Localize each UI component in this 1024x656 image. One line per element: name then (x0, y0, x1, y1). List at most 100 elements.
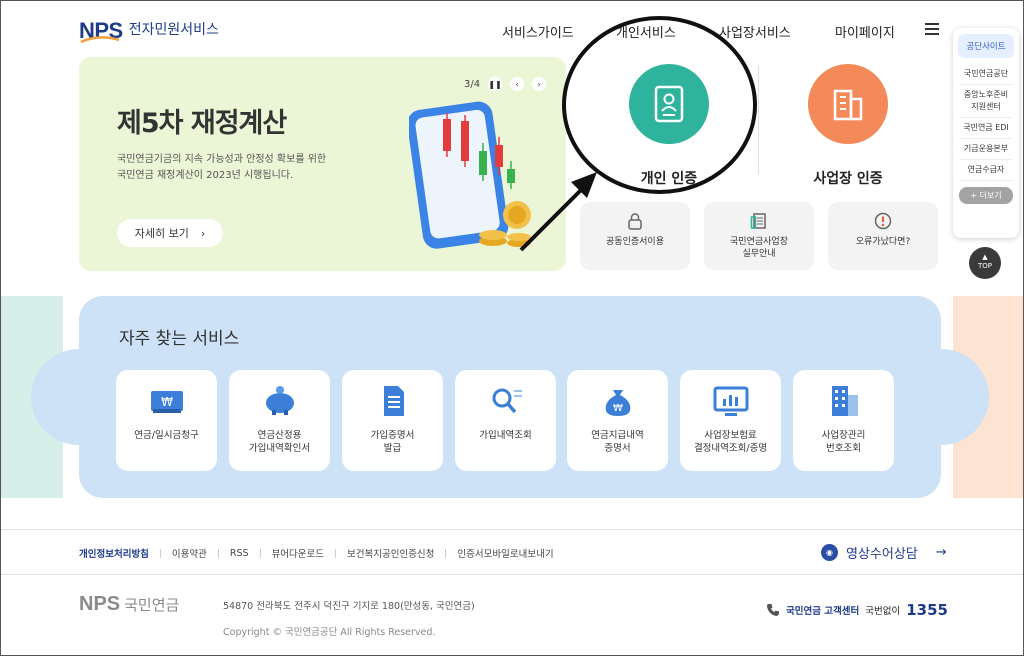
service-payment-certificate[interactable]: ₩ 연금지급내역 증명서 (567, 370, 668, 471)
more-button[interactable]: 자세히 보기 › (117, 219, 223, 247)
logo-swoosh-icon (80, 36, 120, 44)
business-guide-label1: 국민연금사업장 (730, 237, 788, 247)
chevron-right-icon: › (200, 226, 206, 240)
service-label: 가입증명서 (370, 430, 415, 441)
service-label: 가입내역조회 (479, 430, 532, 441)
top-label: TOP (977, 262, 992, 270)
footer-link-cert-apply[interactable]: 보건복지공인인증신청 (347, 546, 434, 560)
footer-divider (1, 529, 1023, 530)
prev-icon[interactable]: ‹ (510, 77, 525, 91)
arrow-right-icon: → (935, 545, 947, 560)
video-chat-icon: ◉ (821, 544, 838, 561)
footer-link-cert-export[interactable]: 인증서모바일로내보내기 (457, 546, 553, 560)
site-title: 전자민원서비스 (128, 22, 219, 38)
hero-banner[interactable]: 3/4 ❚❚ ‹ › 제5차 재정계산 국민연금기금의 지속 가능성과 안정성 … (79, 57, 566, 271)
footer-link-privacy[interactable]: 개인정보처리방침 (79, 546, 149, 560)
banner-page-indicator: 3/4 (464, 78, 481, 90)
footer-address: 54870 전라북도 전주시 덕진구 기지로 180(만성동, 국민연금) (223, 601, 475, 612)
footer-copyright: Copyright © 국민연금공단 All Rights Reserved. (223, 627, 436, 638)
service-business-number[interactable]: 사업장관리 번호조회 (793, 370, 894, 471)
cert-use-label: 공동인증서이용 (606, 237, 664, 247)
sidebar-item-fund[interactable]: 기금운용본부 (959, 139, 1013, 160)
frequent-services-title: 자주 찾는 서비스 (119, 329, 240, 349)
piggy-bank-icon (265, 386, 294, 415)
hero-desc-line2: 국민연금 재정계산이 2023년 시행됩니다. (117, 170, 294, 181)
lock-icon (628, 213, 642, 230)
footer-logo-text: 국민연금 (124, 597, 180, 614)
sidebar-head[interactable]: 공단사이트 (958, 34, 1014, 58)
sidebar-item-edi[interactable]: 국민연금 EDI (959, 118, 1013, 139)
service-business-premium[interactable]: 사업장보험료 결정내역조회/증명 (680, 370, 781, 471)
service-label: 연금산정용 (257, 430, 302, 441)
footer-link-viewer[interactable]: 뷰어다운로드 (272, 546, 324, 560)
service-label: 사업장관리 (821, 430, 866, 441)
sidebar-more-button[interactable]: + 더보기 (959, 187, 1013, 204)
banner-pager: 3/4 ❚❚ ‹ › (464, 77, 547, 91)
sidebar-item-recipient[interactable]: 연금수급자 (959, 160, 1013, 181)
service-label-2: 증명서 (604, 443, 631, 454)
site-logo[interactable]: NPS 전자민원서비스 (79, 18, 219, 44)
service-label-2: 번호조회 (826, 443, 861, 454)
pause-icon[interactable]: ❚❚ (488, 77, 503, 91)
site-quicklinks: 공단사이트 국민연금공단 중앙노후준비 지원센터 국민연금 EDI 기금운용본부… (953, 28, 1019, 238)
footer-links: 개인정보처리방침 이용약관 RSS 뷰어다운로드 보건복지공인인증신청 인증서모… (79, 546, 554, 561)
scroll-top-button[interactable]: ▲ TOP (969, 247, 1001, 279)
call-number[interactable]: 1355 (906, 601, 948, 619)
error-help-label: 오류가났다면? (855, 237, 911, 247)
svg-text:₩: ₩ (161, 395, 173, 409)
sidebar-item-retirement-center[interactable]: 중앙노후준비 지원센터 (959, 85, 1013, 118)
sidebar-item-nps[interactable]: 국민연금공단 (959, 64, 1013, 85)
next-icon[interactable]: › (532, 77, 547, 91)
consult-label: 영상수어상담 (846, 547, 918, 562)
footer-link-terms[interactable]: 이용약관 (172, 546, 207, 560)
search-list-icon (492, 388, 522, 414)
arrow-up-icon: ▲ (982, 253, 988, 261)
service-pension-claim[interactable]: ₩ 연금/일시금청구 (116, 370, 217, 471)
nav-service-guide[interactable]: 서비스가이드 (502, 22, 574, 41)
sidebar-item-label2: 지원센터 (971, 102, 1001, 111)
business-guide-card[interactable]: 국민연금사업장 실무안내 (704, 202, 814, 270)
service-enrollment-history[interactable]: 가입내역조회 (455, 370, 556, 471)
won-card-icon: ₩ (150, 391, 183, 413)
service-label-2: 가입내역확인서 (248, 443, 311, 454)
service-label-2: 발급 (383, 443, 402, 454)
document-list-icon (750, 213, 766, 229)
service-enrollment-confirm[interactable]: 연금산정용 가입내역확인서 (229, 370, 330, 471)
page-frame: NPS 전자민원서비스 서비스가이드 개인서비스 사업장서비스 마이페이지 3/… (0, 0, 1024, 656)
money-bag-icon: ₩ (605, 390, 630, 416)
footer-link-rss[interactable]: RSS (230, 548, 249, 559)
footer-logo-mark: NPS (79, 593, 121, 615)
call-center: 국민연금 고객센터 국번없이 1355 (766, 601, 948, 619)
building-icon (831, 386, 858, 416)
document-icon (383, 386, 404, 416)
auth-divider (758, 66, 759, 174)
service-label-2: 결정내역조회/증명 (693, 443, 768, 454)
nav-mypage[interactable]: 마이페이지 (835, 22, 895, 41)
footer-divider-2 (1, 574, 1023, 575)
building-auth-icon (808, 64, 888, 144)
alert-icon (874, 212, 892, 230)
hero-desc-line1: 국민연금기금의 지속 가능성과 안정성 확보를 위한 (117, 154, 327, 165)
sign-language-consult-link[interactable]: ◉ 영상수어상담 → (821, 543, 947, 562)
service-label: 사업장보험료 (704, 430, 757, 441)
nav-business-service[interactable]: 사업장서비스 (719, 22, 791, 41)
cert-use-card[interactable]: 공동인증서이용 (580, 202, 690, 270)
business-auth-link[interactable] (808, 64, 888, 144)
business-guide-label2: 실무안내 (742, 249, 776, 259)
business-auth-label: 사업장 인증 (813, 171, 883, 187)
menu-icon[interactable] (925, 23, 939, 35)
monitor-chart-icon (713, 386, 748, 416)
footer-logo: NPS 국민연금 (79, 593, 179, 616)
service-label: 연금/일시금청구 (134, 430, 199, 441)
error-help-card[interactable]: 오류가났다면? (828, 202, 938, 270)
service-enrollment-certificate[interactable]: 가입증명서 발급 (342, 370, 443, 471)
service-label: 연금지급내역 (591, 430, 644, 441)
sidebar-item-label1: 중앙노후준비 (963, 90, 1009, 99)
phone-icon (767, 604, 779, 616)
call-center-label: 국민연금 고객센터 (786, 606, 860, 617)
more-button-label: 자세히 보기 (134, 227, 189, 240)
hero-title: 제5차 재정계산 (117, 108, 287, 139)
hero-description: 국민연금기금의 지속 가능성과 안정성 확보를 위한 국민연금 재정계산이 20… (117, 152, 377, 184)
svg-text:₩: ₩ (613, 403, 623, 414)
call-prefix: 국번없이 (865, 606, 901, 617)
